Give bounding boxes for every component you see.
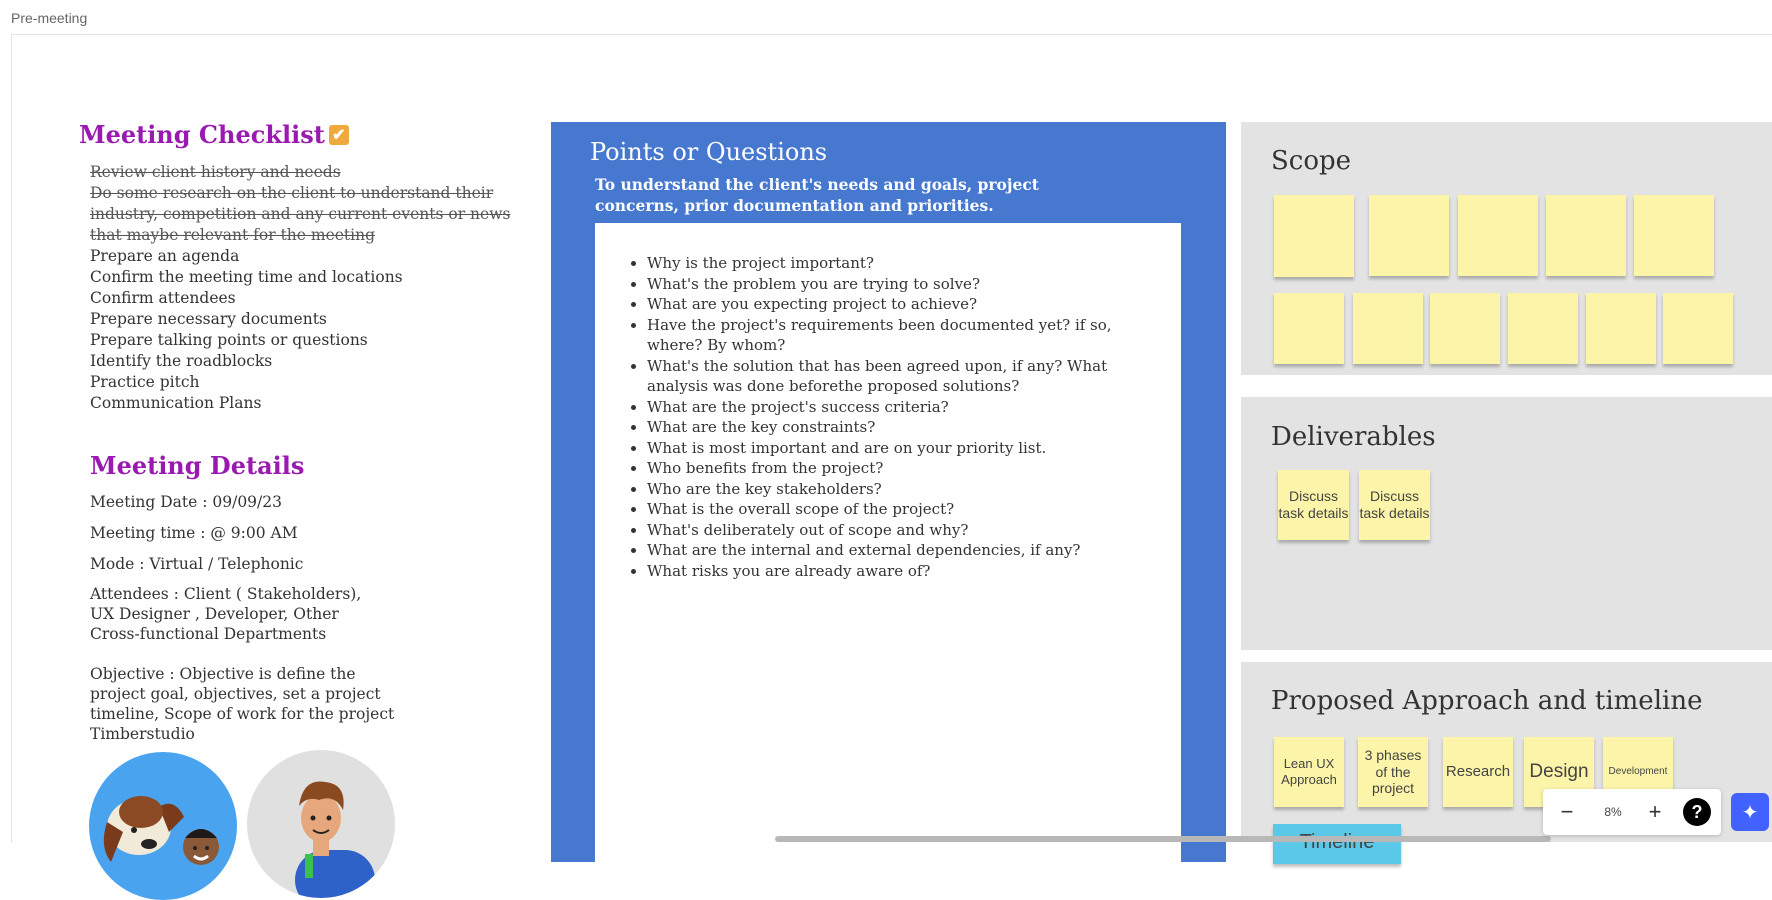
meeting-time[interactable]: Meeting time : @ 9:00 AM	[90, 523, 298, 543]
checklist-item[interactable]: Prepare talking points or questions	[90, 330, 540, 351]
meeting-date[interactable]: Meeting Date : 09/09/23	[90, 492, 282, 512]
scope-title: Scope	[1271, 146, 1352, 176]
question-item: What are the key constraints?	[647, 417, 1147, 438]
question-item: What risks you are already aware of?	[647, 561, 1147, 582]
dog-illustration[interactable]	[89, 752, 237, 900]
ai-assist-icon[interactable]: ✦	[1731, 793, 1769, 831]
help-button[interactable]: ?	[1683, 798, 1711, 826]
question-item: What are the project's success criteria?	[647, 397, 1147, 418]
person-illustration[interactable]	[247, 750, 395, 898]
sticky-note[interactable]	[1546, 195, 1626, 276]
sticky-note[interactable]: Lean UX Approach	[1274, 737, 1344, 807]
checklist-item[interactable]: Do some research on the client to unders…	[90, 183, 540, 246]
sticky-note[interactable]	[1634, 195, 1714, 276]
checklist-title-text: Meeting Checklist	[79, 120, 325, 149]
sticky-note[interactable]	[1430, 293, 1500, 364]
sticky-note[interactable]	[1458, 195, 1538, 276]
questions-list: Why is the project important? What's the…	[595, 253, 1147, 581]
question-item: Have the project's requirements been doc…	[647, 315, 1147, 356]
checklist-item[interactable]: Review client history and needs	[90, 162, 540, 183]
zoom-in-button[interactable]: +	[1641, 789, 1669, 835]
approach-title: Proposed Approach and timeline	[1271, 686, 1703, 716]
checklist-item[interactable]: Identify the roadblocks	[90, 351, 540, 372]
checkmark-icon: ✔	[328, 125, 349, 145]
sticky-note[interactable]	[1369, 195, 1449, 276]
zoom-out-button[interactable]: −	[1553, 789, 1581, 835]
frame-title[interactable]: Pre-meeting	[11, 10, 87, 26]
sticky-note[interactable]	[1586, 293, 1656, 364]
checklist-item[interactable]: Prepare necessary documents	[90, 309, 540, 330]
checklist-item[interactable]: Confirm the meeting time and locations	[90, 267, 540, 288]
sticky-note[interactable]: Discuss task details	[1359, 470, 1430, 540]
scope-panel[interactable]: Scope	[1241, 122, 1772, 375]
timeline-card[interactable]: Timeline	[1273, 824, 1401, 864]
deliverables-title: Deliverables	[1271, 422, 1436, 452]
sticky-note[interactable]	[1508, 293, 1578, 364]
questions-card[interactable]: Why is the project important? What's the…	[595, 223, 1181, 883]
question-item: Who are the key stakeholders?	[647, 479, 1147, 500]
question-item: What's the problem you are trying to sol…	[647, 274, 1147, 295]
meeting-attendees[interactable]: Attendees : Client ( Stakeholders), UX D…	[90, 584, 370, 644]
question-item: Who benefits from the project?	[647, 458, 1147, 479]
deliverables-panel[interactable]: Deliverables Discuss task details Discus…	[1241, 397, 1772, 650]
checklist-title: Meeting Checklist ✔	[79, 120, 349, 149]
details-title: Meeting Details	[90, 451, 305, 480]
zoom-controls: − 8% + ?	[1543, 789, 1721, 835]
zoom-level[interactable]: 8%	[1593, 789, 1633, 835]
question-item: What's the solution that has been agreed…	[647, 356, 1147, 397]
checklist-item[interactable]: Communication Plans	[90, 393, 540, 414]
sticky-note[interactable]	[1274, 195, 1354, 277]
sticky-note[interactable]	[1274, 293, 1344, 364]
points-title: Points or Questions	[590, 138, 828, 166]
question-item: What are the internal and external depen…	[647, 540, 1147, 561]
question-item: Why is the project important?	[647, 253, 1147, 274]
checklist-item[interactable]: Confirm attendees	[90, 288, 540, 309]
sticky-note[interactable]: 3 phases of the project	[1358, 737, 1428, 807]
checklist-item[interactable]: Practice pitch	[90, 372, 540, 393]
question-item: What is the overall scope of the project…	[647, 499, 1147, 520]
meeting-objective[interactable]: Objective : Objective is define the proj…	[90, 664, 410, 744]
sticky-note[interactable]: Discuss task details	[1278, 470, 1349, 540]
sticky-note[interactable]	[1353, 293, 1423, 364]
question-item: What are you expecting project to achiev…	[647, 294, 1147, 315]
question-item: What is most important and are on your p…	[647, 438, 1147, 459]
meeting-mode[interactable]: Mode : Virtual / Telephonic	[90, 554, 303, 574]
question-item: What's deliberately out of scope and why…	[647, 520, 1147, 541]
sticky-note[interactable]: Research	[1443, 737, 1513, 807]
horizontal-scrollbar[interactable]	[775, 836, 1551, 842]
checklist: Review client history and needs Do some …	[90, 162, 540, 414]
sticky-note[interactable]	[1663, 293, 1733, 364]
checklist-item[interactable]: Prepare an agenda	[90, 246, 540, 267]
points-subtitle: To understand the client's needs and goa…	[595, 175, 1039, 215]
points-panel[interactable]: Points or Questions To understand the cl…	[551, 122, 1226, 883]
